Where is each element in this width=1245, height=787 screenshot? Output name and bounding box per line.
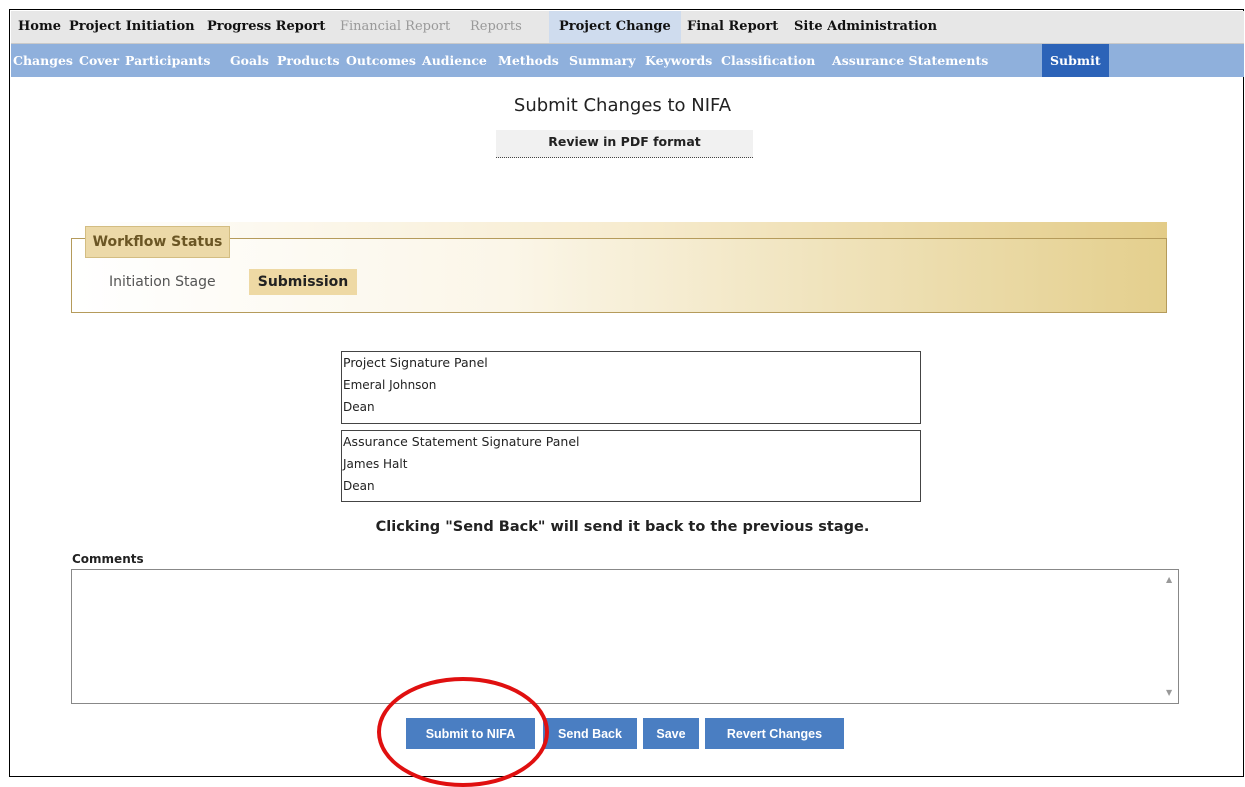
workflow-status-panel	[71, 238, 1167, 313]
signature-panel-title: Assurance Statement Signature Panel	[343, 434, 580, 449]
subtab-keywords[interactable]: Keywords	[645, 44, 712, 77]
top-nav: Home Project Initiation Progress Report …	[11, 11, 1244, 44]
workflow-status-legend: Workflow Status	[85, 226, 230, 258]
subtab-methods[interactable]: Methods	[498, 44, 559, 77]
project-signature-panel: Project Signature Panel Emeral Johnson D…	[341, 351, 921, 424]
send-back-note: Clicking "Send Back" will send it back t…	[375, 519, 870, 535]
top-nav-final-report[interactable]: Final Report	[687, 11, 778, 43]
top-nav-site-administration[interactable]: Site Administration	[794, 11, 937, 43]
review-pdf-link[interactable]: Review in PDF format	[496, 130, 753, 158]
subtab-cover[interactable]: Cover	[79, 44, 119, 77]
save-button[interactable]: Save	[643, 718, 699, 749]
subtab-goals[interactable]: Goals	[230, 44, 269, 77]
top-nav-home[interactable]: Home	[18, 11, 61, 43]
top-nav-reports: Reports	[470, 19, 522, 34]
workflow-stage-submission-current: Submission	[249, 269, 357, 295]
workflow-status-header-band	[71, 222, 1167, 238]
sub-nav: Changes Cover Participants Goals Product…	[11, 44, 1244, 77]
top-nav-financial-report: Financial Report	[340, 19, 451, 34]
assurance-signature-panel: Assurance Statement Signature Panel Jame…	[341, 430, 921, 502]
top-nav-progress-report[interactable]: Progress Report	[207, 11, 325, 43]
workflow-stage-initiation: Initiation Stage	[109, 274, 216, 290]
subtab-classification[interactable]: Classification	[721, 44, 815, 77]
signer-name: James Halt	[343, 457, 408, 471]
top-nav-project-change[interactable]: Project Change	[549, 11, 681, 43]
subtab-audience[interactable]: Audience	[422, 44, 487, 77]
subtab-outcomes[interactable]: Outcomes	[346, 44, 416, 77]
subtab-assurance-statements[interactable]: Assurance Statements	[832, 44, 988, 77]
signer-role: Dean	[343, 479, 375, 493]
comments-textarea[interactable]	[71, 569, 1179, 704]
highlight-circle-annotation	[377, 677, 549, 787]
scroll-down-arrow-icon[interactable]: ▼	[1166, 688, 1172, 697]
page-title: Submit Changes to NIFA	[513, 95, 732, 116]
top-nav-project-initiation[interactable]: Project Initiation	[69, 11, 195, 43]
signer-role: Dean	[343, 400, 375, 414]
subtab-submit[interactable]: Submit	[1042, 44, 1109, 77]
revert-changes-button[interactable]: Revert Changes	[705, 718, 844, 749]
subtab-products[interactable]: Products	[277, 44, 340, 77]
signer-name: Emeral Johnson	[343, 378, 437, 392]
scroll-up-arrow-icon[interactable]: ▲	[1166, 575, 1172, 584]
comments-scrollbar[interactable]	[1163, 571, 1177, 703]
signature-panel-title: Project Signature Panel	[343, 355, 488, 370]
send-back-button[interactable]: Send Back	[543, 718, 637, 749]
subtab-participants[interactable]: Participants	[125, 44, 210, 77]
subtab-changes[interactable]: Changes	[13, 44, 73, 77]
subtab-summary[interactable]: Summary	[569, 44, 636, 77]
comments-label: Comments	[72, 552, 144, 566]
